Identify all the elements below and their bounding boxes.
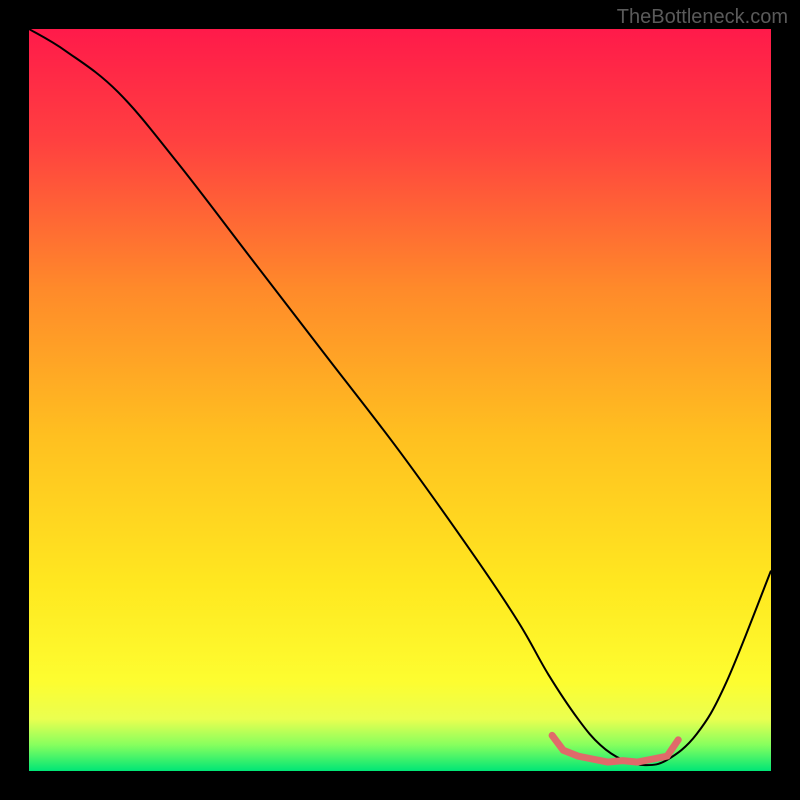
- chart-plot-area: [29, 29, 771, 771]
- chart-canvas: [29, 29, 771, 771]
- watermark-text: TheBottleneck.com: [617, 6, 788, 29]
- chart-background: [29, 29, 771, 771]
